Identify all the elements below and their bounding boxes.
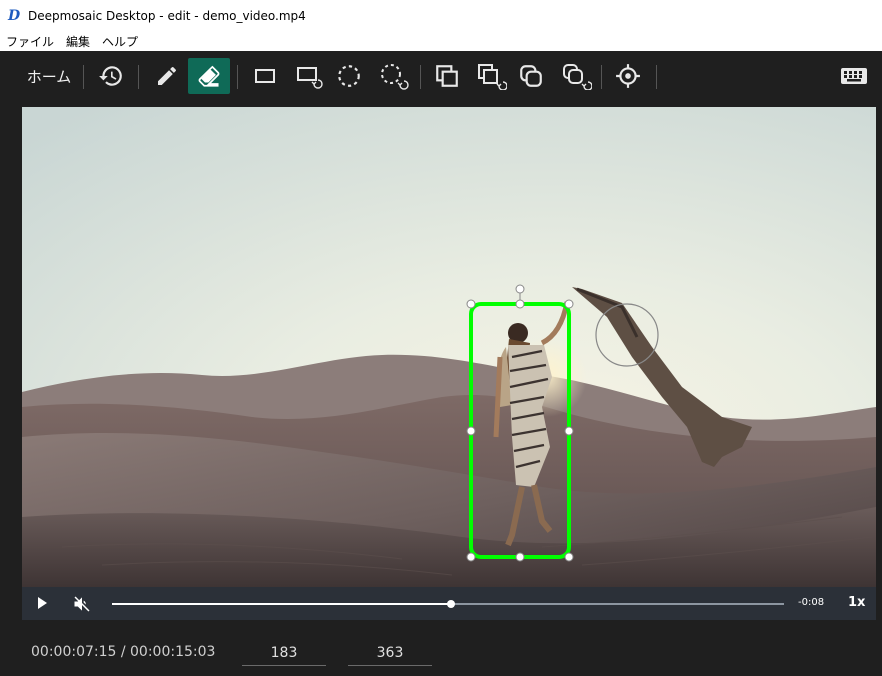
volume-muted-icon — [74, 596, 90, 612]
pencil-button[interactable] — [148, 58, 186, 94]
play-icon — [38, 597, 47, 609]
keyboard-icon — [841, 68, 867, 84]
video-frame-image — [22, 107, 876, 587]
toolbar: ホーム — [0, 51, 882, 107]
rectangle-track-icon — [297, 67, 323, 89]
rectangle-icon — [255, 69, 275, 83]
ellipse-button[interactable] — [331, 58, 367, 94]
toolbar-separator — [420, 65, 421, 89]
copy-ellipse-icon — [520, 65, 542, 87]
copy-rect-track-button[interactable] — [470, 58, 512, 94]
window-title: Deepmosaic Desktop - edit - demo_video.m… — [28, 8, 306, 23]
copy-ellipse-track-button[interactable] — [555, 58, 597, 94]
rectangle-button[interactable] — [246, 58, 284, 94]
home-button[interactable]: ホーム — [22, 58, 76, 94]
seek-bar[interactable] — [112, 600, 784, 608]
target-icon — [616, 64, 640, 88]
toolbar-separator — [601, 65, 602, 89]
menu-file[interactable]: ファイル — [0, 33, 60, 50]
seek-bar-progress — [112, 603, 452, 605]
target-button[interactable] — [610, 58, 646, 94]
title-bar: D Deepmosaic Desktop - edit - demo_video… — [0, 0, 882, 31]
menu-edit[interactable]: 編集 — [60, 33, 96, 50]
history-button[interactable] — [93, 58, 129, 94]
eraser-icon — [198, 65, 220, 87]
copy-rect-button[interactable] — [429, 58, 465, 94]
toolbar-separator — [138, 65, 139, 89]
mosaic-size-field-a[interactable] — [242, 640, 326, 666]
menu-help[interactable]: ヘルプ — [96, 33, 144, 50]
app-logo-icon: D — [8, 7, 21, 24]
timecode-display: 00:00:07:15 / 00:00:15:03 — [31, 644, 216, 660]
copy-ellipse-button[interactable] — [513, 58, 549, 94]
ellipse-icon — [338, 65, 360, 87]
toolbar-separator — [83, 65, 84, 89]
copy-ellipse-track-icon — [563, 64, 592, 90]
mute-button[interactable] — [72, 594, 92, 614]
video-canvas[interactable] — [22, 107, 876, 587]
copy-rect-icon — [436, 65, 458, 87]
copy-rect-track-icon — [478, 64, 507, 90]
eraser-button[interactable] — [188, 58, 230, 94]
player-controls: -0:08 1x — [22, 587, 876, 620]
seek-thumb[interactable] — [447, 600, 456, 608]
ellipse-track-button[interactable] — [372, 58, 414, 94]
menu-bar: ファイル 編集 ヘルプ — [0, 31, 882, 51]
pencil-icon — [158, 66, 176, 85]
playback-speed-button[interactable]: 1x — [848, 595, 865, 610]
mosaic-size-field-b[interactable] — [348, 640, 432, 666]
history-icon — [99, 66, 122, 86]
remaining-time: -0:08 — [798, 597, 825, 608]
ellipse-track-icon — [381, 64, 409, 90]
rectangle-track-button[interactable] — [289, 58, 331, 94]
toolbar-separator — [656, 65, 657, 89]
keyboard-button[interactable] — [834, 58, 874, 94]
play-button[interactable] — [34, 595, 50, 611]
toolbar-separator — [237, 65, 238, 89]
